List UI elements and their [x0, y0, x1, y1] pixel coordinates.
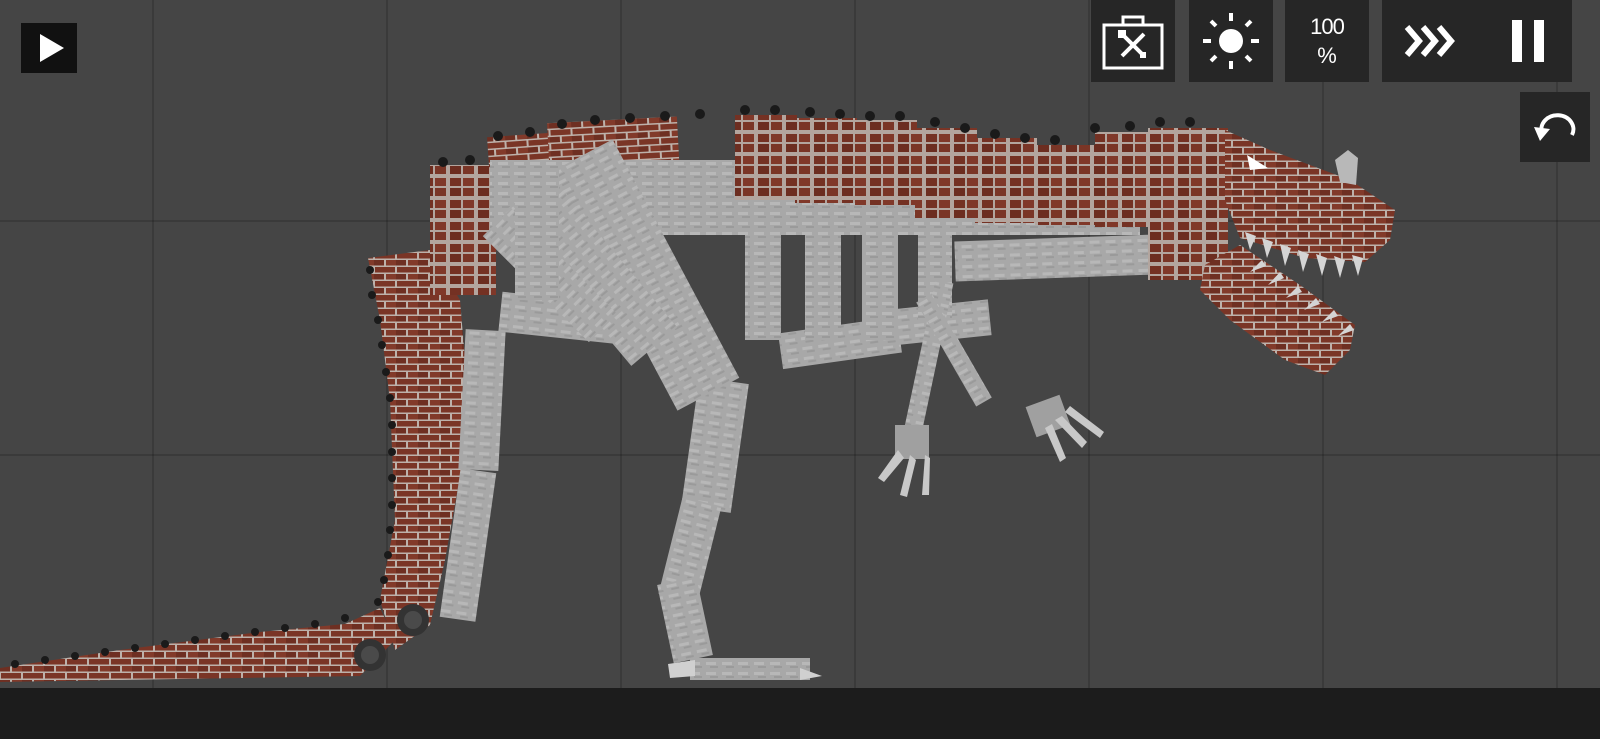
undo-icon [1534, 113, 1576, 141]
pause-button[interactable] [1484, 0, 1572, 82]
tail[interactable] [0, 608, 395, 682]
toolbox-button[interactable] [1091, 0, 1175, 82]
ground [0, 688, 1600, 739]
hind-leg[interactable] [439, 329, 822, 680]
play-button[interactable] [21, 23, 77, 73]
pause-icon [1534, 20, 1544, 62]
time-scale-value: 100 [1310, 14, 1345, 39]
time-scale-unit: % [1317, 43, 1337, 68]
undo-button[interactable] [1520, 92, 1590, 162]
head[interactable] [1200, 130, 1395, 375]
fast-forward-button[interactable] [1382, 0, 1480, 82]
pause-icon [1512, 20, 1522, 62]
toolbox-icon [1102, 15, 1164, 70]
time-scale-button[interactable]: 100 % [1285, 0, 1369, 82]
fast-forward-icon [1404, 25, 1455, 57]
sandbox-scene[interactable] [0, 0, 1600, 688]
hip-brick-block[interactable] [430, 165, 496, 295]
sun-icon [1203, 13, 1259, 69]
light-button[interactable] [1189, 0, 1273, 82]
